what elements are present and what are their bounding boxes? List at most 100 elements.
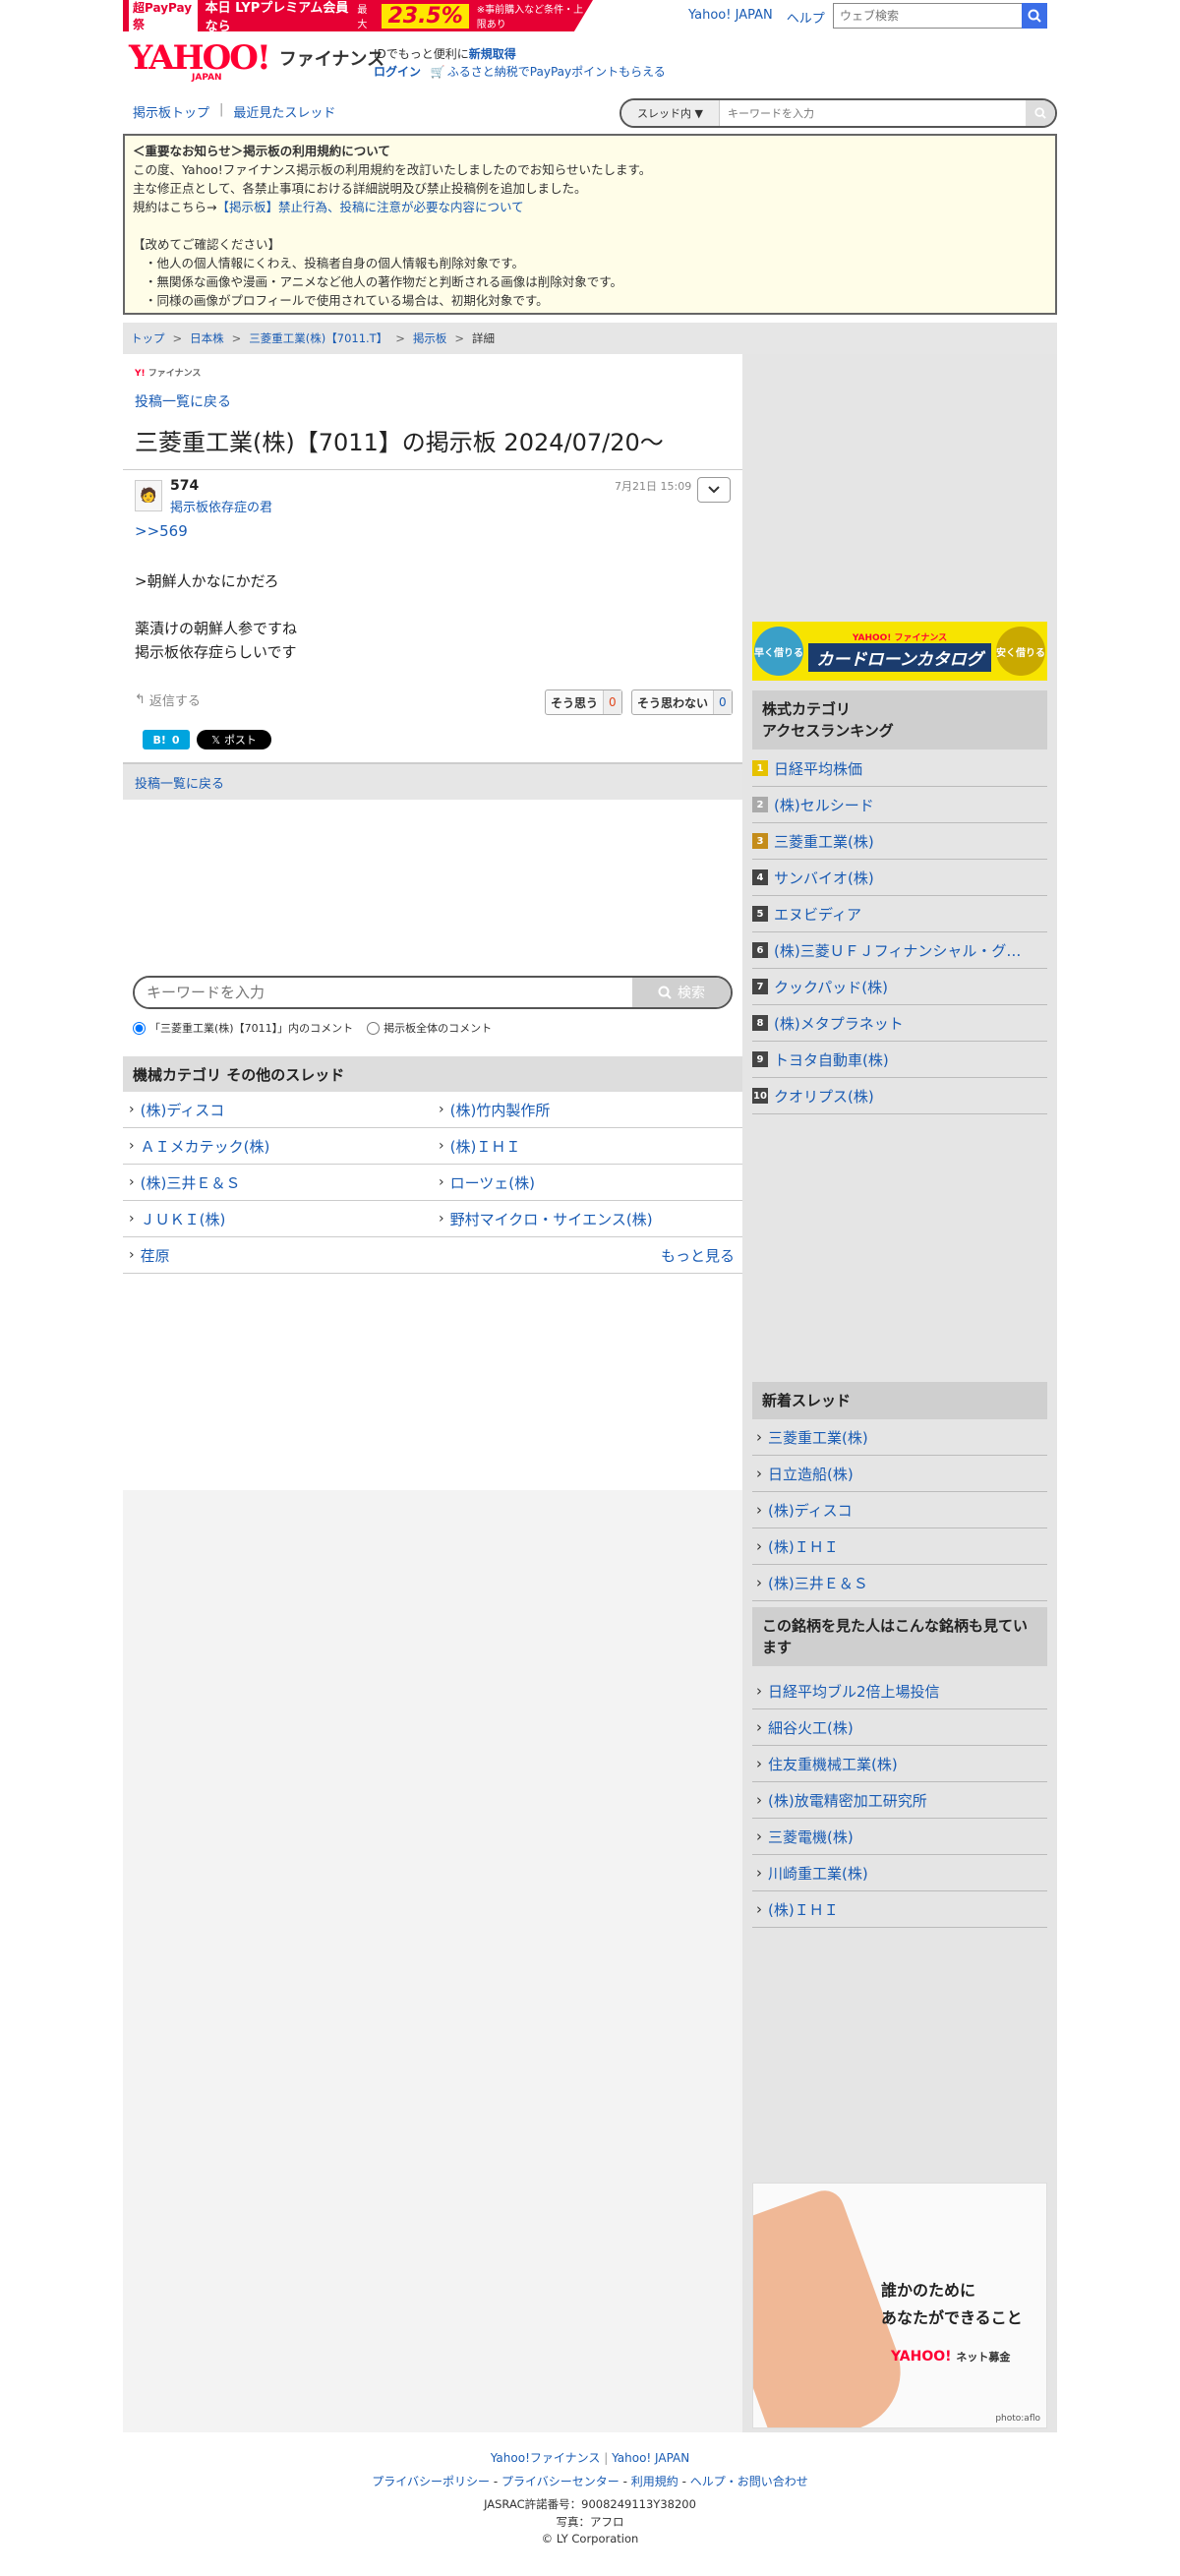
list-item[interactable]: 1 日経平均株価	[752, 750, 1047, 787]
list-item[interactable]: 6 (株)三菱ＵＦＪフィナンシャル・グ…	[752, 932, 1047, 969]
new-thread-link[interactable]: (株)ディスコ	[752, 1492, 1047, 1528]
rules-link[interactable]: 【掲示板】禁止行為、投稿に注意が必要な内容について	[216, 200, 523, 214]
hatena-count: 0	[171, 733, 180, 747]
post-number[interactable]: 574	[170, 478, 199, 494]
help-contact-link[interactable]: ヘルプ・お問い合わせ	[690, 2475, 808, 2488]
x-post-button[interactable]: 𝕏 ポスト	[197, 730, 271, 749]
notice-line: 規約はこちら→	[133, 200, 217, 214]
thread-link[interactable]: ＡＩメカテック(株)	[123, 1136, 433, 1157]
new-thread-link[interactable]: (株)三井Ｅ＆Ｓ	[752, 1565, 1047, 1601]
rank-link[interactable]: サンバイオ(株)	[774, 868, 874, 888]
board-top-link[interactable]: 掲示板トップ	[133, 102, 209, 121]
chevron-down-icon[interactable]	[697, 477, 731, 503]
thread-link[interactable]: (株)竹内製作所	[433, 1100, 742, 1120]
privacy-center-link[interactable]: プライバシーセンター	[502, 2475, 620, 2488]
related-link[interactable]: (株)放電精密加工研究所	[752, 1782, 1047, 1819]
list-item[interactable]: 2 (株)セルシード	[752, 787, 1047, 823]
signup-link[interactable]: 新規取得	[469, 47, 516, 61]
disagree-button[interactable]: そう思わない 0	[631, 689, 733, 715]
list-item[interactable]: 9 トヨタ自動車(株)	[752, 1042, 1047, 1078]
list-item[interactable]: 3 三菱重工業(株)	[752, 823, 1047, 860]
breadcrumb-stock[interactable]: 三菱重工業(株)【7011.T】	[249, 330, 387, 346]
avatar[interactable]: 🧑	[135, 480, 162, 511]
rank-link[interactable]: クックパッド(株)	[774, 977, 888, 997]
card-loan-banner[interactable]: 早く借りる YAHOO! ファイナンス カードローンカタログ 安く借りる	[752, 622, 1047, 681]
thread-link[interactable]: 荏原	[123, 1245, 433, 1266]
service-name: ファイナンス	[278, 49, 385, 70]
scope-this-thread[interactable]: 「三菱重工業(株)【7011】」内のコメント	[133, 1020, 353, 1036]
post-author[interactable]: 掲示板依存症の君	[170, 497, 272, 515]
breadcrumb-top[interactable]: トップ	[131, 330, 165, 346]
search-scope-select[interactable]: スレッド内 ▼	[621, 100, 720, 126]
more-threads-link[interactable]: もっと見る	[649, 1245, 742, 1266]
thread-link[interactable]: (株)三井Ｅ＆Ｓ	[123, 1172, 433, 1193]
list-item[interactable]: 10 クオリプス(株)	[752, 1078, 1047, 1114]
thread-link[interactable]: (株)ディスコ	[123, 1100, 433, 1120]
rank-badge: 5	[752, 906, 768, 922]
ad-brand: YAHOO! ネット募金	[891, 2349, 1011, 2365]
page-wrapper: 超PayPay祭 本日 LYPプレミアム会員なら 最大 23.5% ※事前購入な…	[123, 0, 1057, 2432]
rank-link[interactable]: トヨタ自動車(株)	[774, 1049, 889, 1070]
rank-link[interactable]: (株)セルシード	[774, 795, 874, 815]
back-to-list-link[interactable]: 投稿一覧に戻る	[135, 391, 231, 411]
list-item[interactable]: 4 サンバイオ(株)	[752, 860, 1047, 896]
hatena-bookmark-button[interactable]: B! 0	[143, 730, 190, 749]
new-thread-link[interactable]: 三菱重工業(株)	[752, 1419, 1047, 1456]
rank-link[interactable]: 三菱重工業(株)	[774, 831, 874, 852]
promo-banner[interactable]: 超PayPay祭 本日 LYPプレミアム会員なら 最大 23.5% ※事前購入な…	[123, 0, 593, 31]
thread-link[interactable]: (株)ＩＨＩ	[433, 1136, 742, 1157]
reply-button[interactable]: ↰ 返信する	[135, 690, 201, 709]
rank-link[interactable]: エヌビディア	[774, 904, 861, 925]
search-icon[interactable]	[1022, 3, 1047, 29]
scope-this-radio[interactable]	[133, 1021, 146, 1035]
footer-yahoo-link[interactable]: Yahoo! JAPAN	[612, 2451, 689, 2465]
terms-link[interactable]: 利用規約	[631, 2475, 678, 2488]
list-item[interactable]: 5 エヌビディア	[752, 896, 1047, 932]
related-link[interactable]: 三菱電機(株)	[752, 1819, 1047, 1855]
rank-link[interactable]: 日経平均株価	[774, 758, 862, 779]
header-info: IDでもっと便利に新規取得 ログイン 🛒 ふるさと納税でPayPayポイントもらえ…	[374, 45, 666, 81]
furusato-link[interactable]: ふるさと納税でPayPayポイントもらえる	[447, 65, 666, 79]
reply-anchor-link[interactable]: >>569	[135, 522, 188, 540]
search-icon[interactable]	[1026, 100, 1055, 126]
privacy-policy-link[interactable]: プライバシーポリシー	[372, 2475, 490, 2488]
post-body: >朝鮮人かなにかだろ 薬漬けの朝鮮人参ですね 掲示板依存症らしいです	[135, 572, 298, 661]
thread-link[interactable]: ＪＵＫＩ(株)	[123, 1209, 433, 1229]
keyword-search-input[interactable]	[135, 978, 632, 1007]
scope-label: スレッド内	[637, 107, 692, 120]
yahoo-japan-link[interactable]: Yahoo! JAPAN	[688, 8, 773, 27]
scope-all-radio[interactable]	[367, 1021, 381, 1035]
rank-link[interactable]: クオリプス(株)	[774, 1086, 874, 1107]
login-link[interactable]: ログイン	[374, 65, 421, 79]
list-item[interactable]: 8 (株)メタプラネット	[752, 1005, 1047, 1042]
related-link[interactable]: 日経平均ブル2倍上場投信	[752, 1673, 1047, 1709]
help-link[interactable]: ヘルプ	[787, 8, 825, 27]
board-search: スレッド内 ▼	[620, 98, 1057, 128]
recent-threads-link[interactable]: 最近見たスレッド	[233, 102, 335, 121]
breadcrumb-board[interactable]: 掲示板	[413, 330, 447, 346]
web-search-input[interactable]	[833, 3, 1022, 29]
keyword-search-button[interactable]: 検索	[632, 978, 731, 1007]
footer-finance-link[interactable]: Yahoo!ファイナンス	[491, 2451, 601, 2465]
board-search-input[interactable]	[720, 100, 1026, 126]
breadcrumb-jp-stocks[interactable]: 日本株	[190, 330, 224, 346]
rank-link[interactable]: (株)三菱ＵＦＪフィナンシャル・グ…	[774, 940, 1021, 961]
new-thread-link[interactable]: (株)ＩＨＩ	[752, 1528, 1047, 1565]
thread-link[interactable]: 野村マイクロ・サイエンス(株)	[433, 1209, 742, 1229]
agree-count: 0	[603, 690, 621, 714]
new-thread-link[interactable]: 日立造船(株)	[752, 1456, 1047, 1492]
related-link[interactable]: (株)ＩＨＩ	[752, 1891, 1047, 1928]
rank-link[interactable]: (株)メタプラネット	[774, 1013, 904, 1034]
yahoo-finance-logo[interactable]: YAHOO! JAPAN ファイナンス	[129, 41, 385, 83]
scope-all-boards[interactable]: 掲示板全体のコメント	[367, 1020, 492, 1036]
list-item[interactable]: 7 クックパッド(株)	[752, 969, 1047, 1005]
related-link[interactable]: 住友重機械工業(株)	[752, 1746, 1047, 1782]
agree-button[interactable]: そう思う 0	[545, 689, 622, 715]
related-link[interactable]: 細谷火工(株)	[752, 1709, 1047, 1746]
notice-title: ＜重要なお知らせ＞掲示板の利用規約について	[133, 144, 390, 158]
related-link[interactable]: 川崎重工業(株)	[752, 1855, 1047, 1891]
back-to-list-link[interactable]: 投稿一覧に戻る	[135, 773, 224, 792]
ad-message: 誰かのために あなたができること	[881, 2277, 1023, 2332]
donation-ad[interactable]: 誰かのために あなたができること YAHOO! ネット募金 photo:aflo	[752, 2183, 1047, 2428]
thread-link[interactable]: ローツェ(株)	[433, 1172, 742, 1193]
